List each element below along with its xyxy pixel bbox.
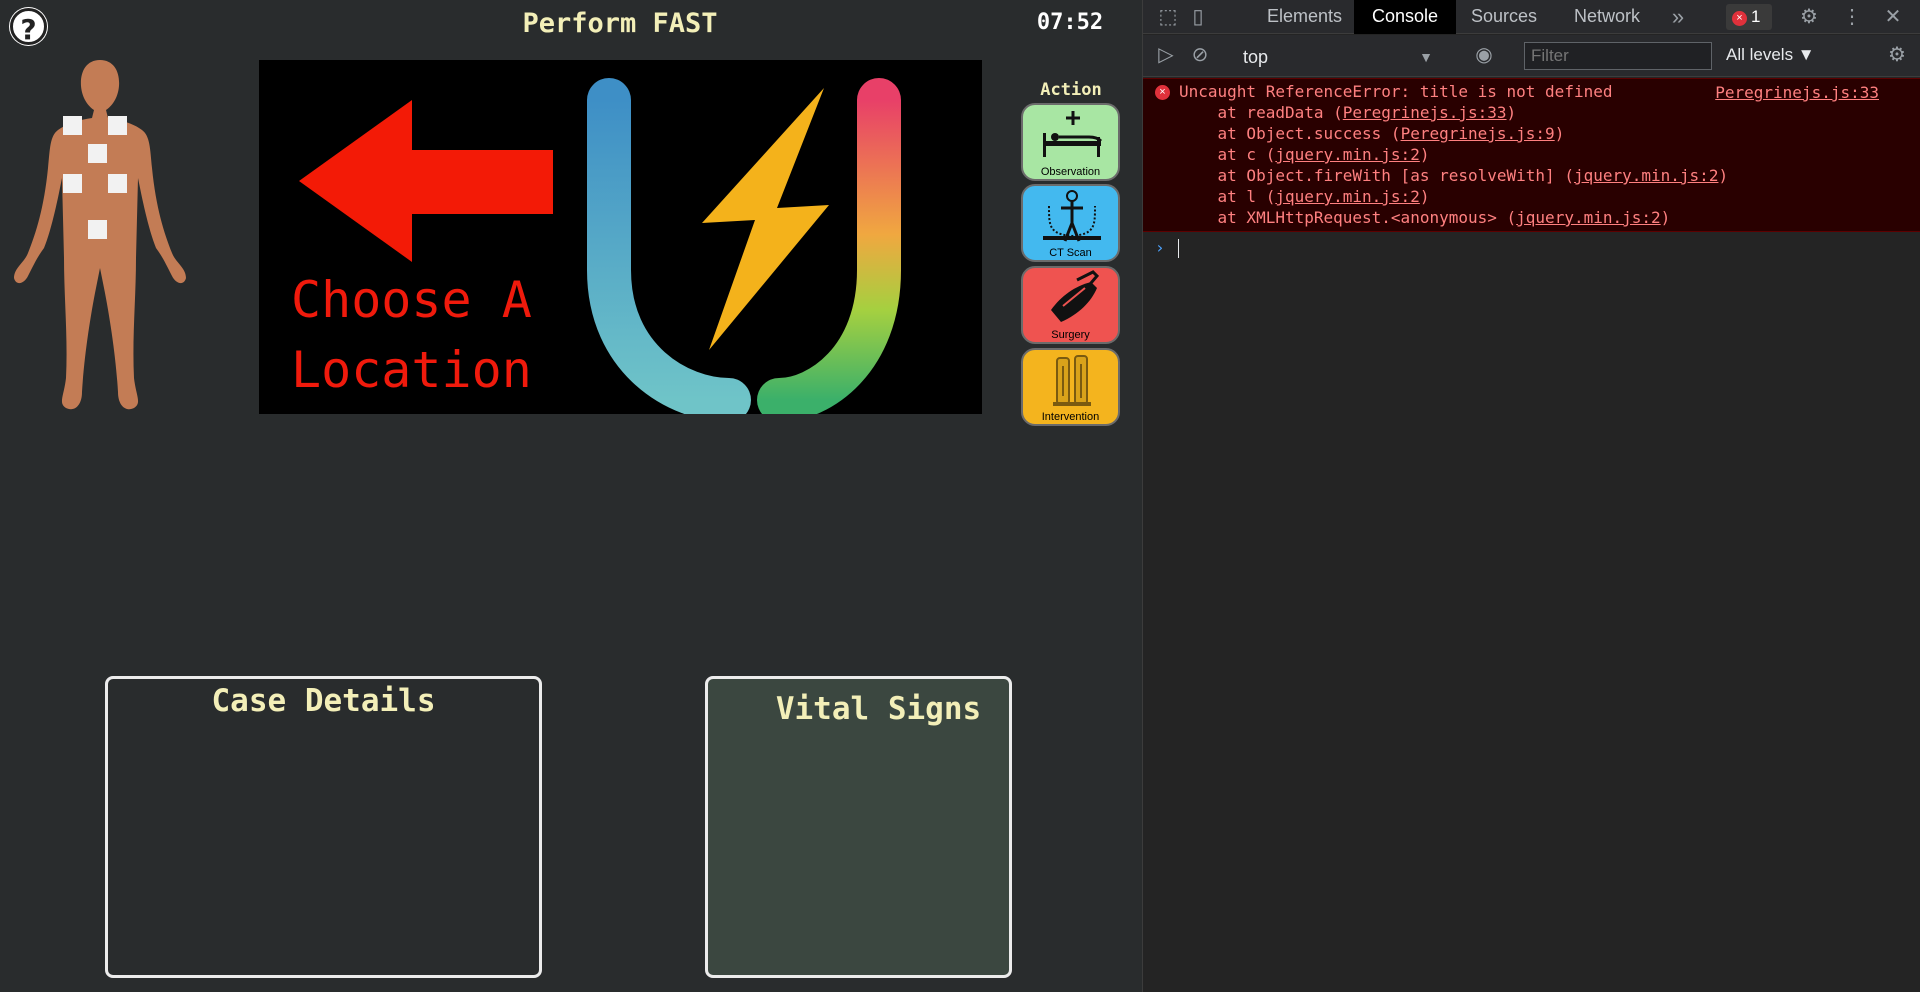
error-count: 1 bbox=[1751, 7, 1761, 26]
context-value: top bbox=[1243, 47, 1269, 67]
stack-frame: at Object.success (Peregrinejs.js:9) bbox=[1179, 123, 1565, 144]
console-settings-gear-icon[interactable]: ⚙ bbox=[1884, 42, 1910, 68]
stack-frame: at c (jquery.min.js:2) bbox=[1179, 144, 1430, 165]
page-title: Perform FAST bbox=[522, 8, 718, 39]
case-details-panel: Case Details bbox=[105, 676, 542, 978]
app-logo-icon bbox=[587, 78, 901, 414]
scalpel-hand-icon bbox=[1051, 270, 1100, 322]
sidebar-toggle-icon[interactable]: ▷ bbox=[1153, 42, 1179, 68]
stack-frame-text: at XMLHttpRequest.<anonymous> ( bbox=[1179, 208, 1517, 227]
console-input[interactable] bbox=[1178, 239, 1179, 258]
help-button[interactable]: ? bbox=[10, 8, 47, 46]
stack-frame: at readData (Peregrinejs.js:33) bbox=[1179, 102, 1517, 123]
intervention-button[interactable]: Intervention bbox=[1021, 348, 1120, 426]
body-map bbox=[8, 58, 193, 413]
observation-label: Observation bbox=[1040, 166, 1101, 178]
stack-frame: at Object.fireWith [as resolveWith] (jqu… bbox=[1179, 165, 1729, 186]
iv-equipment-icon bbox=[1053, 355, 1091, 406]
tab-elements[interactable]: Elements bbox=[1249, 0, 1360, 34]
stack-frame: at l (jquery.min.js:2) bbox=[1179, 186, 1430, 207]
choose-line-2: Location bbox=[291, 341, 532, 399]
console-toolbar: ▷ ⊘ top ▼ ◉ All levels ▼ ⚙ bbox=[1143, 35, 1920, 77]
observation-button[interactable]: Observation bbox=[1021, 103, 1120, 181]
vital-signs-panel: Vital Signs bbox=[705, 676, 1012, 978]
stack-frame-link[interactable]: Peregrinejs.js:9 bbox=[1401, 124, 1555, 143]
chevron-down-icon: ▼ bbox=[1419, 49, 1433, 65]
stack-frame-link[interactable]: Peregrinejs.js:33 bbox=[1343, 103, 1507, 122]
action-heading: Action bbox=[1040, 80, 1102, 100]
stack-frame-suffix: ) bbox=[1506, 103, 1517, 122]
stack-frame-suffix: ) bbox=[1554, 124, 1565, 143]
tab-sources[interactable]: Sources bbox=[1453, 0, 1555, 34]
stack-frame-text: at Object.fireWith [as resolveWith] ( bbox=[1179, 166, 1574, 185]
clear-console-icon[interactable]: ⊘ bbox=[1187, 42, 1213, 68]
error-text: Uncaught ReferenceError: title is not de… bbox=[1179, 82, 1613, 101]
tab-console[interactable]: Console bbox=[1354, 0, 1457, 34]
log-levels-dropdown[interactable]: All levels ▼ bbox=[1726, 45, 1815, 65]
ct-scanner-icon bbox=[1043, 190, 1101, 242]
settings-gear-icon[interactable]: ⚙ bbox=[1796, 4, 1822, 30]
error-count-badge[interactable]: × 1 bbox=[1726, 4, 1772, 30]
ct-scan-button[interactable]: CT Scan bbox=[1021, 184, 1120, 262]
console-output: × Uncaught ReferenceError: title is not … bbox=[1143, 78, 1920, 258]
choose-location-text: Choose A Location bbox=[291, 265, 551, 405]
devtools-panel: ⬚ ▯ Elements Console Sources Network » ×… bbox=[1142, 0, 1920, 992]
stack-frame-link[interactable]: jquery.min.js:2 bbox=[1275, 145, 1420, 164]
vital-signs-title: Vital Signs bbox=[775, 691, 982, 727]
case-details-title: Case Details bbox=[211, 683, 436, 719]
ct-scan-label: CT Scan bbox=[1049, 247, 1092, 259]
fast-display: Choose A Location bbox=[259, 60, 982, 414]
choose-line-1: Choose A bbox=[291, 271, 532, 329]
stack-frame-text: at readData ( bbox=[1179, 103, 1343, 122]
stack-frame-link[interactable]: jquery.min.js:2 bbox=[1275, 187, 1420, 206]
surgery-button[interactable]: Surgery bbox=[1021, 266, 1120, 344]
error-message: × Uncaught ReferenceError: title is not … bbox=[1143, 78, 1920, 232]
intervention-label: Intervention bbox=[1041, 411, 1100, 423]
stack-frame-link[interactable]: jquery.min.js:2 bbox=[1574, 166, 1719, 185]
fast-site-right-upper[interactable] bbox=[63, 116, 82, 135]
error-icon: × bbox=[1155, 85, 1170, 100]
stack-frame: at XMLHttpRequest.<anonymous> (jquery.mi… bbox=[1179, 207, 1671, 228]
devtools-tab-bar: ⬚ ▯ Elements Console Sources Network » ×… bbox=[1143, 0, 1920, 34]
more-tabs-icon[interactable]: » bbox=[1665, 4, 1691, 30]
stack-frame-suffix: ) bbox=[1718, 166, 1729, 185]
inspect-element-icon[interactable]: ⬚ bbox=[1155, 4, 1181, 30]
tab-network[interactable]: Network bbox=[1556, 0, 1658, 34]
close-icon[interactable]: ✕ bbox=[1880, 4, 1906, 30]
stack-frame-text: at l ( bbox=[1179, 187, 1276, 206]
stack-frame-suffix: ) bbox=[1419, 187, 1430, 206]
hospital-bed-icon bbox=[1043, 111, 1103, 157]
stack-frame-suffix: ) bbox=[1419, 145, 1430, 164]
fast-site-left-upper[interactable] bbox=[108, 116, 127, 135]
error-source-link[interactable]: Peregrinejs.js:33 bbox=[1715, 83, 1879, 102]
error-icon: × bbox=[1732, 11, 1747, 26]
stack-frame-suffix: ) bbox=[1660, 208, 1671, 227]
device-toolbar-icon[interactable]: ▯ bbox=[1185, 4, 1211, 30]
fast-site-left-lower[interactable] bbox=[108, 174, 127, 193]
fast-site-subxiphoid[interactable] bbox=[88, 144, 107, 163]
fast-site-pelvic[interactable] bbox=[88, 220, 107, 239]
more-options-icon[interactable]: ⋮ bbox=[1839, 4, 1865, 30]
context-selector[interactable]: top ▼ bbox=[1243, 45, 1433, 69]
clock: 07:52 bbox=[1036, 10, 1104, 35]
fast-site-right-lower[interactable] bbox=[63, 174, 82, 193]
console-prompt-icon: › bbox=[1155, 238, 1165, 257]
simulator-app: ? Perform FAST 07:52 Choose A Location A… bbox=[0, 0, 1142, 992]
surgery-label: Surgery bbox=[1051, 329, 1090, 341]
filter-input[interactable] bbox=[1524, 42, 1712, 70]
stack-frame-text: at c ( bbox=[1179, 145, 1276, 164]
stack-frame-link[interactable]: jquery.min.js:2 bbox=[1516, 208, 1661, 227]
live-expression-eye-icon[interactable]: ◉ bbox=[1471, 42, 1497, 68]
stack-frame-text: at Object.success ( bbox=[1179, 124, 1401, 143]
